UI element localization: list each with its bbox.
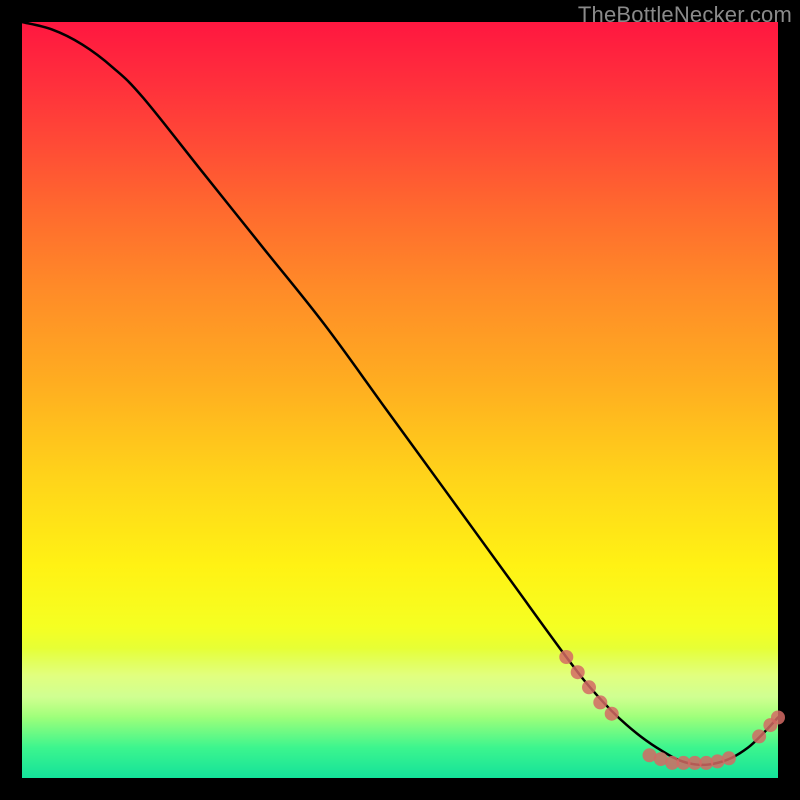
data-marker: [752, 729, 766, 743]
curve-layer: [22, 22, 778, 778]
marker-group: [559, 650, 785, 770]
data-marker: [722, 751, 736, 765]
bottleneck-curve: [22, 22, 778, 765]
chart-stage: TheBottleNecker.com: [0, 0, 800, 800]
watermark-text: TheBottleNecker.com: [578, 2, 792, 28]
data-marker: [571, 665, 585, 679]
data-marker: [605, 707, 619, 721]
data-marker: [593, 695, 607, 709]
plot-area: [22, 22, 778, 778]
data-marker: [559, 650, 573, 664]
data-marker: [771, 711, 785, 725]
data-marker: [582, 680, 596, 694]
